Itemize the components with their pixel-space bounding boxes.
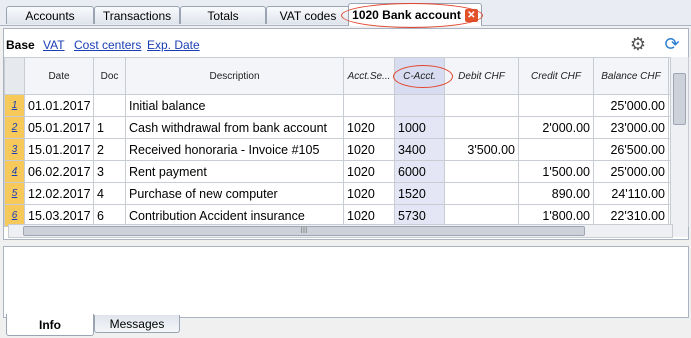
cell-c-acct[interactable]: 3400 — [394, 138, 445, 161]
table-body: 1 01.01.2017 Initial balance 25'000.00 2 05.0… — [4, 94, 689, 227]
row-number[interactable]: 2 — [4, 116, 25, 139]
cell-date[interactable]: 01.01.2017 — [24, 94, 94, 117]
cell-balance[interactable]: 25'000.00 — [593, 94, 669, 117]
row-number[interactable]: 1 — [4, 94, 25, 117]
cell-debit[interactable] — [444, 160, 519, 183]
row-number[interactable]: 5 — [4, 182, 25, 205]
tab-vat-codes-label: VAT codes — [279, 9, 337, 23]
tab-messages[interactable]: Messages — [94, 315, 180, 333]
cell-doc[interactable]: 3 — [93, 160, 126, 183]
row-number[interactable]: 4 — [4, 160, 25, 183]
cell-description[interactable]: Cash withdrawal from bank account — [125, 116, 344, 139]
cell-c-acct[interactable] — [394, 94, 445, 117]
cell-acct[interactable]: 1020 — [343, 160, 395, 183]
tab-info[interactable]: Info — [6, 314, 94, 336]
table-header-row: Date Doc Description Acct.Se... C-Acct. … — [4, 57, 689, 95]
cell-balance[interactable]: 26'500.00 — [593, 138, 669, 161]
cell-description[interactable]: Received honoraria - Invoice #105 — [125, 138, 344, 161]
table-row[interactable]: 4 06.02.2017 3 Rent payment 1020 6000 1'500.00… — [4, 160, 689, 183]
cell-debit[interactable]: 3'500.00 — [444, 138, 519, 161]
transactions-table: Date Doc Description Acct.Se... C-Acct. … — [4, 57, 689, 227]
cell-balance[interactable]: 25'000.00 — [593, 160, 669, 183]
cell-credit[interactable] — [518, 94, 594, 117]
cell-date[interactable]: 05.01.2017 — [24, 116, 94, 139]
cell-date[interactable]: 15.01.2017 — [24, 138, 94, 161]
tab-accounts[interactable]: Accounts — [6, 6, 94, 24]
cell-date[interactable]: 06.02.2017 — [24, 160, 94, 183]
cell-doc[interactable]: 2 — [93, 138, 126, 161]
tab-1020-bank-account[interactable]: 1020 Bank account ✕ — [348, 3, 482, 26]
col-header-c-acct[interactable]: C-Acct. — [394, 57, 445, 95]
cell-credit[interactable]: 2'000.00 — [518, 116, 594, 139]
tab-bank-account-label: 1020 Bank account — [352, 8, 461, 22]
top-tab-bar: Accounts Transactions Totals VAT codes 1… — [0, 0, 691, 26]
subtab-cost-centers[interactable]: Cost centers — [74, 38, 141, 52]
cell-date[interactable]: 12.02.2017 — [24, 182, 94, 205]
col-header-acct[interactable]: Acct.Se... — [343, 57, 395, 95]
col-header-credit[interactable]: Credit CHF — [518, 57, 594, 95]
cell-doc[interactable] — [93, 94, 126, 117]
cell-credit[interactable] — [518, 138, 594, 161]
tab-totals-label: Totals — [207, 9, 239, 23]
tab-totals[interactable]: Totals — [180, 6, 266, 24]
vertical-scrollbar[interactable] — [670, 57, 688, 237]
col-header-debit[interactable]: Debit CHF — [444, 57, 519, 95]
tab-transactions[interactable]: Transactions — [94, 6, 180, 24]
table-row[interactable]: 1 01.01.2017 Initial balance 25'000.00 — [4, 94, 689, 117]
cell-c-acct[interactable]: 6000 — [394, 160, 445, 183]
horizontal-scroll-thumb[interactable]: III — [23, 226, 585, 236]
bottom-tab-bar: Info Messages — [0, 314, 691, 338]
col-header-description[interactable]: Description — [125, 57, 344, 95]
subtab-exp-date[interactable]: Exp. Date — [147, 38, 200, 52]
col-header-doc[interactable]: Doc — [93, 57, 126, 95]
cell-doc[interactable]: 1 — [93, 116, 126, 139]
close-icon[interactable]: ✕ — [464, 9, 478, 23]
refresh-icon[interactable]: ⟳ — [662, 34, 682, 54]
row-number-header — [4, 57, 25, 95]
cell-credit[interactable]: 1'500.00 — [518, 160, 594, 183]
vertical-scroll-thumb[interactable] — [673, 73, 686, 125]
table-row[interactable]: 3 15.01.2017 2 Received honoraria - Invoice… — [4, 138, 689, 161]
cell-debit[interactable] — [444, 116, 519, 139]
tab-transactions-label: Transactions — [102, 9, 172, 23]
tab-accounts-label: Accounts — [25, 9, 75, 23]
col-header-balance[interactable]: Balance CHF — [593, 57, 669, 95]
cell-description[interactable]: Rent payment — [125, 160, 344, 183]
gear-icon[interactable]: ⚙ — [628, 34, 648, 54]
cell-balance[interactable]: 24'110.00 — [593, 182, 669, 205]
table-row[interactable]: 5 12.02.2017 4 Purchase of new computer 1020… — [4, 182, 689, 205]
tab-vat-codes[interactable]: VAT codes — [266, 6, 350, 24]
horizontal-scrollbar[interactable]: III — [8, 224, 673, 238]
cell-c-acct[interactable]: 1000 — [394, 116, 445, 139]
subtab-vat[interactable]: VAT — [43, 38, 65, 52]
bank-account-panel: Base VAT Cost centers Exp. Date ⚙ ⟳ Date… — [3, 28, 689, 240]
cell-acct[interactable] — [343, 94, 395, 117]
table-row[interactable]: 2 05.01.2017 1 Cash withdrawal from bank ac… — [4, 116, 689, 139]
cell-debit[interactable] — [444, 94, 519, 117]
cell-description[interactable]: Initial balance — [125, 94, 344, 117]
row-number[interactable]: 3 — [4, 138, 25, 161]
cell-debit[interactable] — [444, 182, 519, 205]
col-header-date[interactable]: Date — [24, 57, 94, 95]
cell-balance[interactable]: 23'000.00 — [593, 116, 669, 139]
info-panel — [3, 246, 689, 318]
cell-doc[interactable]: 4 — [93, 182, 126, 205]
sub-tab-bar: Base VAT Cost centers Exp. Date ⚙ ⟳ — [4, 29, 688, 57]
cell-acct[interactable]: 1020 — [343, 116, 395, 139]
cell-credit[interactable]: 890.00 — [518, 182, 594, 205]
cell-acct[interactable]: 1020 — [343, 138, 395, 161]
cell-description[interactable]: Purchase of new computer — [125, 182, 344, 205]
cell-c-acct[interactable]: 1520 — [394, 182, 445, 205]
cell-acct[interactable]: 1020 — [343, 182, 395, 205]
subtab-base[interactable]: Base — [6, 38, 35, 52]
